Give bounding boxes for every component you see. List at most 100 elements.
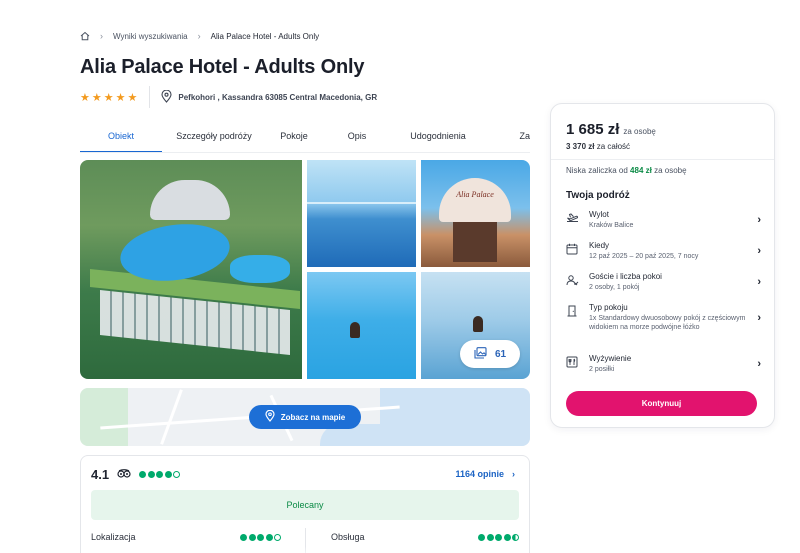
photo-detail [150, 180, 230, 220]
tab-label: Pokoje [280, 131, 308, 141]
tab-label: Udogodnienia [410, 131, 466, 141]
rating-bubble [173, 471, 181, 478]
rating-bubble [265, 533, 273, 541]
tripadvisor-icon [117, 469, 131, 480]
map-detail [80, 388, 128, 446]
show-on-map-button[interactable]: Zobacz na mapie [249, 405, 361, 429]
rating-bubble [478, 533, 485, 541]
trip-item-label: Wyżywienie [589, 354, 632, 363]
pool-guest-photo[interactable] [307, 272, 416, 379]
trip-item-value: 2 posiłki [589, 366, 615, 373]
trip-item-departure[interactable]: Wylot Kraków Balice › [565, 210, 761, 230]
breadcrumb: › Wyniki wyszukiwania › Alia Palace Hote… [80, 31, 319, 41]
breadcrumb-search-results[interactable]: Wyniki wyszukiwania [113, 32, 188, 41]
criterion-label: Lokalizacja [91, 532, 136, 542]
rating-bubble [240, 533, 247, 541]
sign-text: Alia Palace [456, 190, 494, 199]
hotel-entrance-photo[interactable]: Alia Palace [421, 160, 530, 267]
rating-bubble [139, 471, 147, 478]
star-icon: ★ [115, 91, 126, 104]
utensils-icon [565, 355, 579, 369]
map-pin-icon [265, 409, 275, 424]
tab-szczegoly-podrozy[interactable]: Szczegóły podróży [162, 126, 266, 152]
reviews-link[interactable]: 1164 opinie › [455, 469, 515, 479]
map-preview[interactable]: Zobacz na mapie [80, 388, 530, 446]
booking-card: 1 685 zł za osobę 3 370 zł za całość Nis… [550, 103, 775, 428]
rating-bubble [164, 471, 172, 478]
reviews-card: 4.1 1164 opinie › Polecany Lokalizacja O… [80, 455, 530, 553]
photo-detail [453, 222, 497, 262]
trip-item-room-type[interactable]: Typ pokoju 1x Standardowy dwuosobowy pok… [565, 303, 761, 332]
recommended-label: Polecany [286, 500, 324, 510]
chevron-right-icon: › [757, 245, 761, 257]
price-per-person: 1 685 zł [566, 121, 620, 138]
rating-bubble [495, 533, 502, 541]
trip-item-text: Kiedy 12 paź 2025 – 20 paź 2025, 7 nocy [589, 241, 747, 261]
infinity-pool-photo[interactable] [307, 160, 416, 267]
bubble-rating [139, 471, 181, 478]
photo-detail [307, 202, 416, 204]
trip-item-value: 2 osoby, 1 pokój [589, 284, 640, 291]
hotel-address[interactable]: Pefkohori , Kassandra 63085 Central Mace… [161, 89, 377, 105]
criterion-service: Obsługa [331, 532, 519, 542]
photo-detail [350, 322, 360, 338]
star-icon: ★ [103, 91, 114, 104]
hotel-aerial-photo[interactable] [80, 160, 302, 379]
bubble-rating [240, 533, 281, 541]
trip-item-dates[interactable]: Kiedy 12 paź 2025 – 20 paź 2025, 7 nocy … [565, 241, 761, 261]
deposit-suffix: za osobę [654, 166, 687, 175]
tab-obiekt[interactable]: Obiekt [80, 126, 162, 152]
map-detail [160, 389, 183, 445]
rating-bubble [503, 533, 511, 541]
rating-bubble [512, 533, 519, 541]
trip-item-guests[interactable]: Goście i liczba pokoi 2 osoby, 1 pokój › [565, 272, 761, 292]
guests-icon [565, 273, 579, 287]
star-rating: ★ ★ ★ ★ ★ [80, 91, 137, 104]
trip-item-value: 12 paź 2025 – 20 paź 2025, 7 nocy [589, 253, 699, 260]
rating-bubble [486, 533, 494, 541]
trip-item-text: Goście i liczba pokoi 2 osoby, 1 pokój [589, 272, 747, 292]
tab-udogodnienia[interactable]: Udogodnienia [392, 126, 484, 152]
tab-more[interactable]: Za [484, 126, 530, 152]
tab-label: Szczegóły podróży [176, 131, 252, 141]
chevron-right-icon: › [512, 469, 515, 479]
tab-opis[interactable]: Opis [322, 126, 392, 152]
chevron-right-icon: › [757, 276, 761, 288]
chevron-right-icon: › [197, 31, 201, 41]
continue-button[interactable]: Kontynuuj [566, 391, 757, 416]
gallery-icon [474, 346, 487, 362]
hotel-sign: Alia Palace [439, 178, 511, 222]
bubble-rating [478, 533, 519, 541]
trip-item-text: Wyżywienie 2 posiłki [589, 354, 747, 374]
photo-detail [473, 316, 483, 332]
chevron-right-icon: › [757, 311, 761, 324]
tab-label: Za [519, 131, 530, 141]
tab-label: Opis [347, 131, 367, 141]
continue-label: Kontynuuj [641, 399, 682, 408]
photo-gallery: Alia Palace 61 [80, 160, 530, 379]
breadcrumb-current: Alia Palace Hotel - Adults Only [210, 31, 320, 41]
divider [149, 86, 151, 108]
scroll-fade [81, 546, 529, 553]
trip-item-label: Kiedy [589, 241, 610, 250]
divider [551, 159, 774, 160]
price-block: 1 685 zł za osobę [566, 121, 656, 138]
star-icon: ★ [80, 91, 90, 104]
trip-section-title: Twoja podróż [566, 190, 630, 201]
tab-pokoje[interactable]: Pokoje [266, 126, 322, 152]
map-pin-icon [161, 89, 172, 105]
all-photos-button[interactable]: 61 [460, 340, 520, 368]
chevron-right-icon: › [100, 31, 103, 41]
page-title: Alia Palace Hotel - Adults Only [80, 56, 365, 78]
rating-bubble [274, 533, 281, 541]
rating-bubble [248, 533, 256, 541]
star-icon: ★ [127, 91, 138, 104]
deposit-info: Niska zaliczka od 484 zł za osobę [566, 166, 687, 175]
map-button-label: Zobacz na mapie [280, 412, 346, 422]
trip-item-board[interactable]: Wyżywienie 2 posiłki › [565, 354, 761, 374]
home-icon[interactable] [80, 31, 90, 41]
calendar-icon [565, 242, 579, 256]
plane-icon [565, 211, 579, 225]
trip-item-text: Typ pokoju 1x Standardowy dwuosobowy pok… [589, 303, 747, 332]
rating-bubble [257, 533, 264, 541]
